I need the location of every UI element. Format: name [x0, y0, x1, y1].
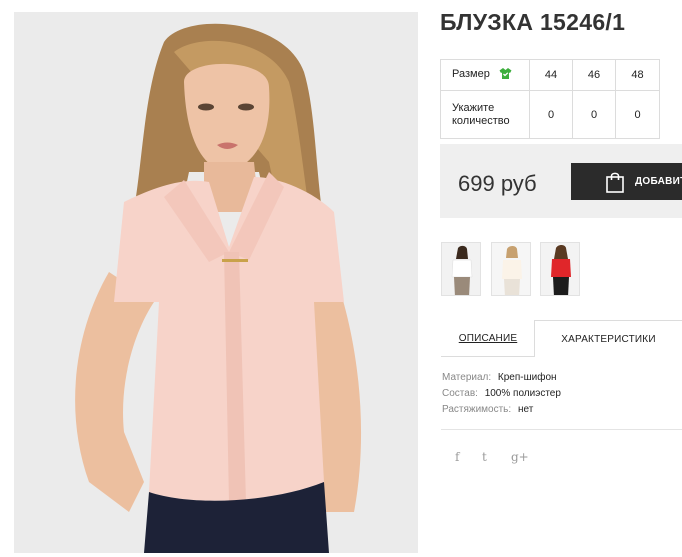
tab-characteristics[interactable]: ХАРАКТЕРИСТИКИ — [534, 320, 682, 357]
quantity-input-48[interactable]: 0 — [615, 90, 660, 139]
size-chart-icon[interactable] — [499, 67, 512, 83]
thumbnail-cream-blouse[interactable] — [491, 242, 531, 296]
thumbnail-red-blouse[interactable] — [540, 242, 580, 296]
twitter-icon[interactable]: t — [482, 450, 487, 464]
spec-key: Растяжимость: — [442, 404, 512, 415]
shopping-bag-icon — [605, 171, 625, 196]
size-label-cell: Размер — [440, 59, 530, 91]
product-tabs: ОПИСАНИЕ ХАРАКТЕРИСТИКИ — [441, 320, 682, 357]
quantity-label-line2: количество — [452, 114, 510, 127]
quantity-input-44[interactable]: 0 — [529, 90, 573, 139]
spec-row: Состав: 100% полиэстер — [442, 386, 561, 402]
characteristics-list: Материал: Креп-шифон Состав: 100% полиэс… — [442, 370, 561, 418]
facebook-icon[interactable]: f — [455, 450, 459, 464]
thumbnail-white-blouse[interactable] — [441, 242, 481, 296]
spec-value: Креп-шифон — [497, 372, 557, 383]
quantity-label-line1: Укажите — [452, 101, 495, 114]
tab-description[interactable]: ОПИСАНИЕ — [441, 320, 535, 357]
spec-value: нет — [517, 404, 534, 415]
size-quantity-table: Размер 44 46 48 Укажите количество 0 0 0 — [440, 59, 660, 139]
quantity-label-cell: Укажите количество — [440, 90, 530, 139]
product-title: БЛУЗКА 15246/1 — [440, 9, 626, 35]
spec-key: Состав: — [442, 388, 478, 399]
add-to-cart-label: ДОБАВИТЬ — [635, 176, 682, 187]
size-label: Размер — [452, 68, 490, 80]
size-46[interactable]: 46 — [572, 59, 616, 91]
add-to-cart-button[interactable]: ДОБАВИТЬ — [571, 163, 682, 200]
spec-row: Растяжимость: нет — [442, 402, 561, 418]
product-main-photo[interactable] — [14, 12, 418, 553]
price-box: 699 руб ДОБАВИТЬ — [440, 144, 682, 218]
quantity-input-46[interactable]: 0 — [572, 90, 616, 139]
size-48[interactable]: 48 — [615, 59, 660, 91]
google-plus-icon[interactable]: g+ — [511, 450, 529, 464]
product-price: 699 руб — [458, 171, 537, 196]
spec-key: Материал: — [442, 372, 492, 383]
size-44[interactable]: 44 — [529, 59, 573, 91]
spec-row: Материал: Креп-шифон — [442, 370, 561, 386]
spec-value: 100% полиэстер — [484, 388, 561, 399]
divider — [441, 429, 682, 430]
